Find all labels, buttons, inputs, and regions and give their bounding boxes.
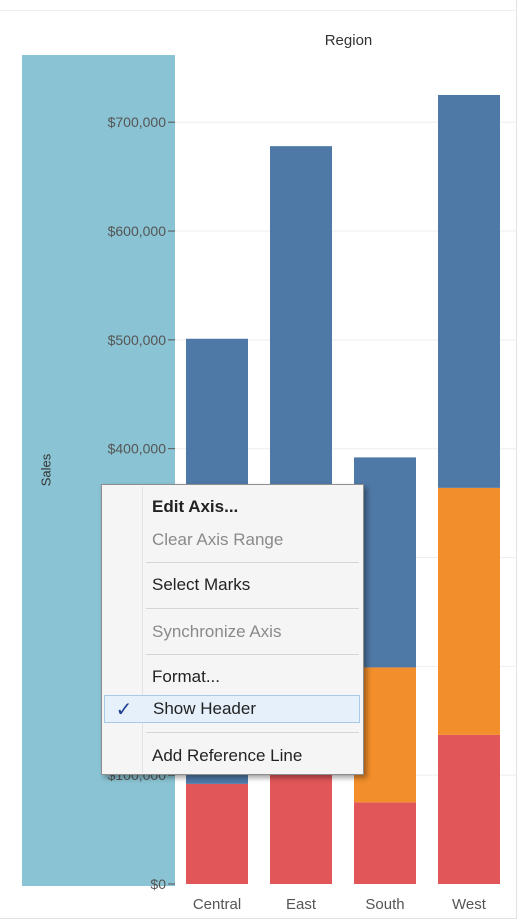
checkmark-icon: ✓	[115, 699, 133, 721]
axis-context-menu: Edit Axis... Clear Axis Range Select Mar…	[101, 484, 364, 775]
x-category-label: West	[452, 896, 487, 913]
menu-separator	[146, 608, 359, 609]
sales-bar-chart: $0$100,000$200,000$300,000$400,000$500,0…	[108, 95, 517, 913]
menu-item-edit-axis[interactable]: Edit Axis...	[102, 493, 363, 521]
menu-item-show-header[interactable]: Show Header	[104, 695, 360, 723]
menu-item-add-reference-line[interactable]: Add Reference Line	[102, 742, 363, 770]
menu-item-clear-axis-range[interactable]: Clear Axis Range	[102, 526, 363, 554]
bar-segment-east	[270, 772, 332, 884]
y-tick-label: $0	[150, 876, 166, 892]
menu-separator	[146, 654, 359, 655]
menu-item-format[interactable]: Format...	[102, 663, 363, 691]
bar-segment-west	[438, 487, 500, 735]
bar-segment-west	[438, 95, 500, 488]
y-tick-label: $400,000	[108, 441, 167, 457]
menu-item-select-marks[interactable]: Select Marks	[102, 571, 363, 599]
x-category-label: East	[286, 896, 317, 913]
y-tick-label: $500,000	[108, 332, 167, 348]
y-tick-label: $700,000	[108, 114, 167, 130]
x-category-label: South	[365, 896, 404, 913]
bar-segment-central	[186, 783, 248, 884]
bar-segment-west	[438, 734, 500, 884]
x-category-label: Central	[193, 896, 241, 913]
menu-item-show-header-label: Show Header	[153, 699, 257, 718]
bar-segment-south	[354, 802, 416, 884]
menu-separator	[146, 562, 359, 563]
y-tick-label: $600,000	[108, 223, 167, 239]
menu-item-synchronize-axis[interactable]: Synchronize Axis	[102, 618, 363, 646]
menu-separator	[146, 732, 359, 733]
